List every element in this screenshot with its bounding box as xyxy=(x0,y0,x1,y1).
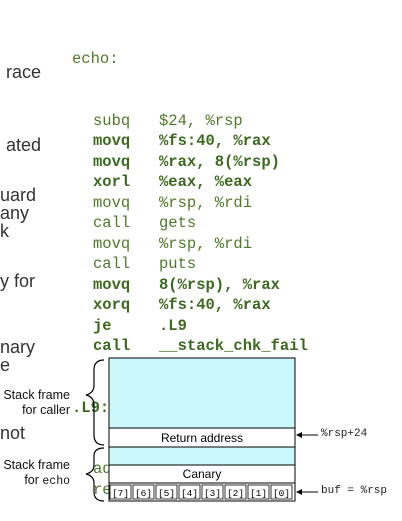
buf-cell-label: [4] xyxy=(181,488,198,499)
buf-cell-label: [7] xyxy=(112,488,129,499)
rsp24-annotation: %rsp+24 xyxy=(321,428,368,440)
buf-cell-label: [0] xyxy=(273,488,290,499)
echo-brace xyxy=(85,447,105,502)
echo-frame-label: Stack frame for echo xyxy=(3,458,70,488)
buf-cell-label: [1] xyxy=(250,488,267,499)
buf-cell-label: [6] xyxy=(135,488,152,499)
buf-annotation: buf = %rsp xyxy=(321,485,388,497)
caller-frame xyxy=(108,357,296,429)
caller-brace xyxy=(85,359,105,446)
return-address-label: Return address xyxy=(161,431,243,445)
canary-label: Canary xyxy=(183,467,222,481)
buf-cell-label: [3] xyxy=(204,488,221,499)
buf-cell-label: [5] xyxy=(158,488,175,499)
rsp24-arrowhead xyxy=(296,432,302,438)
caller-frame-label: Stack frame for caller xyxy=(3,388,70,417)
padding-slot xyxy=(108,446,296,466)
buf-cell-label: [2] xyxy=(227,488,244,499)
buf-arrowhead xyxy=(296,489,302,495)
